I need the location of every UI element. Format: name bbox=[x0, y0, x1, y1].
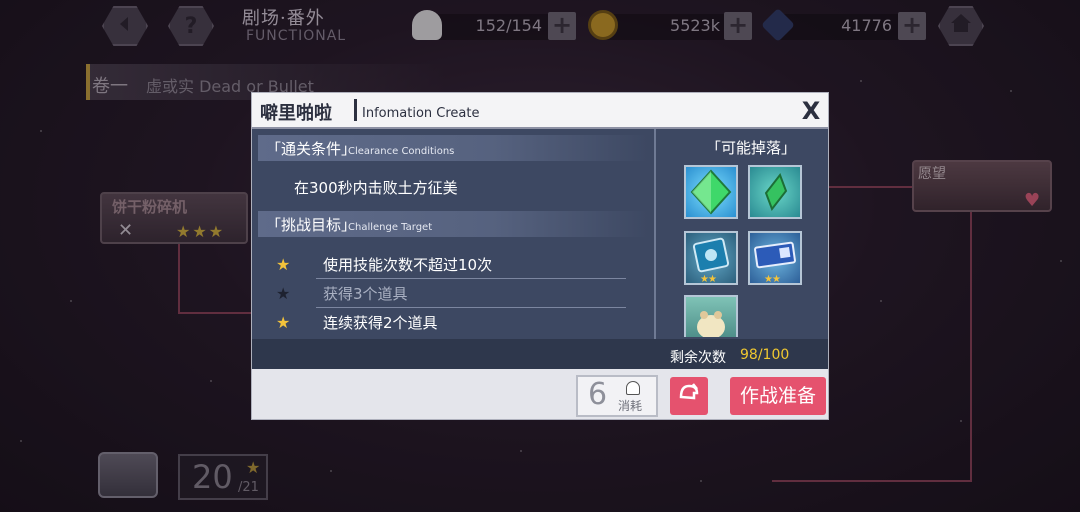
auto-battle-button[interactable] bbox=[670, 377, 708, 415]
clearance-condition-text: 在300秒内击败土方征美 bbox=[294, 179, 458, 197]
drop-item-blue-ticket[interactable]: ★★ bbox=[748, 231, 802, 285]
auto-battle-icon bbox=[678, 383, 700, 408]
remaining-attempts-label: 剩余次数 bbox=[670, 350, 726, 366]
drop-item-blue-book[interactable]: ★★ bbox=[684, 231, 738, 285]
stage-info-dialog: 噼里啪啦 Infomation Create X 「通关条件」 Clearanc… bbox=[251, 92, 829, 420]
challenge-header: 「挑战目标」 Challenge Target bbox=[258, 211, 648, 237]
star-icon: ★ bbox=[276, 255, 291, 274]
challenge-goal: ★ 连续获得2个道具 bbox=[272, 309, 632, 337]
drop-item-green-crystal-large[interactable] bbox=[684, 165, 738, 219]
stamina-cost-label: 消耗 bbox=[618, 399, 643, 413]
challenge-goal: ★ 使用技能次数不超过10次 bbox=[272, 251, 632, 279]
clearance-label-en: Clearance Conditions bbox=[348, 146, 455, 157]
drops-title: 「可能掉落」 bbox=[706, 139, 797, 157]
goal-divider bbox=[316, 307, 626, 308]
conditions-panel: 「通关条件」 Clearance Conditions 在300秒内击败土方征美… bbox=[252, 129, 654, 369]
rarity-stars: ★★ bbox=[764, 274, 781, 285]
goal-text: 连续获得2个道具 bbox=[323, 314, 438, 332]
dialog-header: 噼里啪啦 Infomation Create X bbox=[252, 93, 828, 129]
dialog-title: 噼里啪啦 bbox=[260, 103, 332, 124]
goal-text: 使用技能次数不超过10次 bbox=[323, 256, 493, 274]
drop-item-hamster-figure[interactable] bbox=[684, 295, 738, 339]
challenge-label: 「挑战目标」 bbox=[266, 216, 357, 234]
star-icon: ★ bbox=[276, 284, 291, 303]
drops-panel: 「可能掉落」 ★★ ★★ bbox=[656, 129, 828, 369]
challenge-goal: ★ 获得3个道具 bbox=[272, 280, 632, 308]
stamina-cost-value: 6 bbox=[588, 377, 608, 412]
dialog-subtitle: Infomation Create bbox=[362, 106, 480, 121]
rice-ball-icon bbox=[626, 381, 640, 395]
clearance-label: 「通关条件」 bbox=[266, 140, 357, 158]
remaining-attempts-value: 98/100 bbox=[740, 347, 790, 363]
goal-divider bbox=[316, 278, 626, 279]
title-separator bbox=[354, 99, 357, 121]
close-button[interactable]: X bbox=[798, 97, 824, 125]
clearance-header: 「通关条件」 Clearance Conditions bbox=[258, 135, 648, 161]
goal-text: 获得3个道具 bbox=[323, 285, 408, 303]
rarity-stars: ★★ bbox=[700, 274, 717, 285]
star-icon: ★ bbox=[276, 313, 291, 332]
challenge-label-en: Challenge Target bbox=[348, 222, 433, 233]
prepare-battle-button[interactable]: 作战准备 bbox=[730, 377, 826, 415]
drop-item-green-crystal-small[interactable] bbox=[748, 165, 802, 219]
